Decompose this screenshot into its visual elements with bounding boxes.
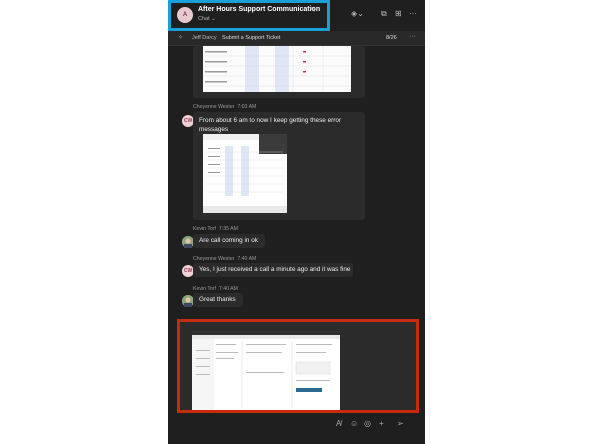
pinned-bar: ✧ Jeff Darcy Submit a Support Ticket 8/2… — [168, 31, 425, 46]
pasted-screenshot-graphic — [192, 330, 340, 410]
screenshot-table-graphic — [203, 46, 351, 92]
message-time: 7:35 AM — [218, 226, 238, 232]
chat-panel: A After Hours Support Communication Chat… — [168, 0, 425, 444]
pinned-sender: Jeff Darcy — [192, 35, 217, 41]
message-sender: Cheyenne Wester 7:40 AM — [193, 256, 256, 262]
message-text: From about 6 am to now I keep getting th… — [199, 117, 342, 133]
message-bubble-image — [193, 46, 365, 98]
sender-name: Cheyenne Wester — [193, 256, 235, 262]
sticker-icon[interactable]: ◎ — [364, 419, 371, 428]
message-time: 7:03 AM — [237, 104, 257, 110]
send-icon[interactable]: ➢ — [397, 419, 404, 428]
message-text: Great thanks — [199, 296, 236, 303]
popout-icon[interactable]: ⊞ — [395, 9, 402, 18]
share-screen-icon[interactable]: ⧉ — [381, 9, 387, 19]
format-icon[interactable]: A̸ — [336, 419, 341, 428]
pasted-screenshot[interactable] — [192, 330, 340, 410]
message-bubble: Yes, I just received a call a minute ago… — [193, 263, 353, 277]
more-icon[interactable]: ··· — [409, 9, 417, 18]
compose-box[interactable] — [177, 319, 419, 413]
chat-header: A After Hours Support Communication Chat… — [168, 0, 425, 31]
pin-icon[interactable]: ✧ — [178, 34, 183, 41]
more-icon[interactable]: ··· — [409, 33, 416, 40]
message-sender: Cheyenne Wester 7:03 AM — [193, 104, 256, 110]
message-time: 7:40 AM — [237, 256, 257, 262]
message-text: Yes, I just received a call a minute ago… — [199, 266, 351, 273]
pinned-message-link[interactable]: Submit a Support Ticket — [222, 35, 280, 41]
message-time: 7:40 AM — [218, 286, 238, 292]
sender-name: Kevin Torf — [193, 226, 216, 232]
sender-name: Kevin Torf — [193, 286, 216, 292]
compose-toolbar: A̸ ☺ ◎ + ➢ — [168, 416, 425, 434]
message-bubble: Great thanks — [193, 293, 243, 307]
screenshot-thumbnail[interactable] — [203, 46, 351, 92]
diamond-icon[interactable]: ◈⌄ — [351, 9, 364, 18]
screenshot-thumbnail[interactable] — [203, 134, 287, 213]
screenshot-graphic — [203, 134, 287, 213]
message-bubble: From about 6 am to now I keep getting th… — [193, 112, 365, 220]
message-text: Are call coming in ok — [199, 237, 258, 244]
message-bubble: Are call coming in ok — [193, 234, 265, 248]
sender-name: Cheyenne Wester — [193, 104, 235, 110]
message-sender: Kevin Torf 7:40 AM — [193, 286, 238, 292]
header-highlight-box — [168, 0, 330, 31]
pinned-count: 8/26 — [386, 35, 397, 41]
add-icon[interactable]: + — [379, 419, 384, 428]
message-sender: Kevin Torf 7:35 AM — [193, 226, 238, 232]
emoji-icon[interactable]: ☺ — [350, 419, 358, 428]
